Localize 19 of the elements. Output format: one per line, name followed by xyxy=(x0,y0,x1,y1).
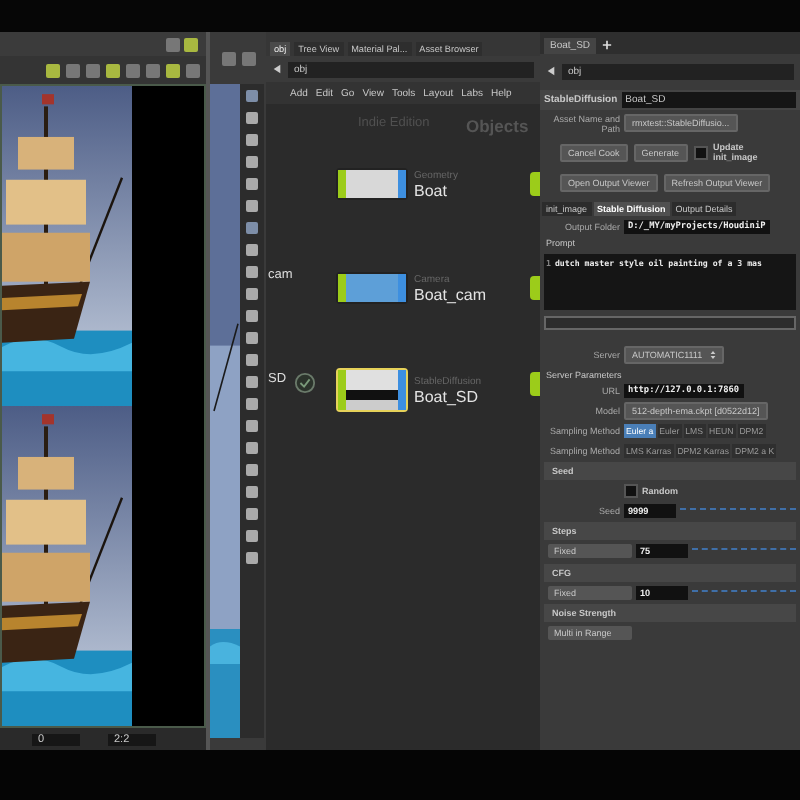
checkbox[interactable] xyxy=(693,145,708,160)
plus-icon[interactable] xyxy=(602,40,613,50)
back-arrow-icon[interactable] xyxy=(546,66,556,77)
text-field[interactable] xyxy=(544,315,796,330)
node-tile[interactable] xyxy=(336,168,408,200)
node-name: Boat xyxy=(414,181,449,199)
check-circle-icon[interactable] xyxy=(294,372,316,394)
node-tile[interactable] xyxy=(530,172,540,196)
slider-track[interactable] xyxy=(680,507,796,514)
node-name: Boat_SD xyxy=(414,387,481,405)
back-arrow-icon[interactable] xyxy=(272,64,282,74)
node-tile[interactable] xyxy=(530,276,540,300)
slider-track[interactable] xyxy=(692,548,796,555)
node-name: Boat_cam xyxy=(414,285,487,303)
checkbox[interactable] xyxy=(624,484,638,499)
node-tile[interactable] xyxy=(336,272,408,304)
updown-arrows-icon xyxy=(710,350,717,361)
node-tile[interactable] xyxy=(530,372,540,396)
slider-track[interactable] xyxy=(692,589,796,596)
